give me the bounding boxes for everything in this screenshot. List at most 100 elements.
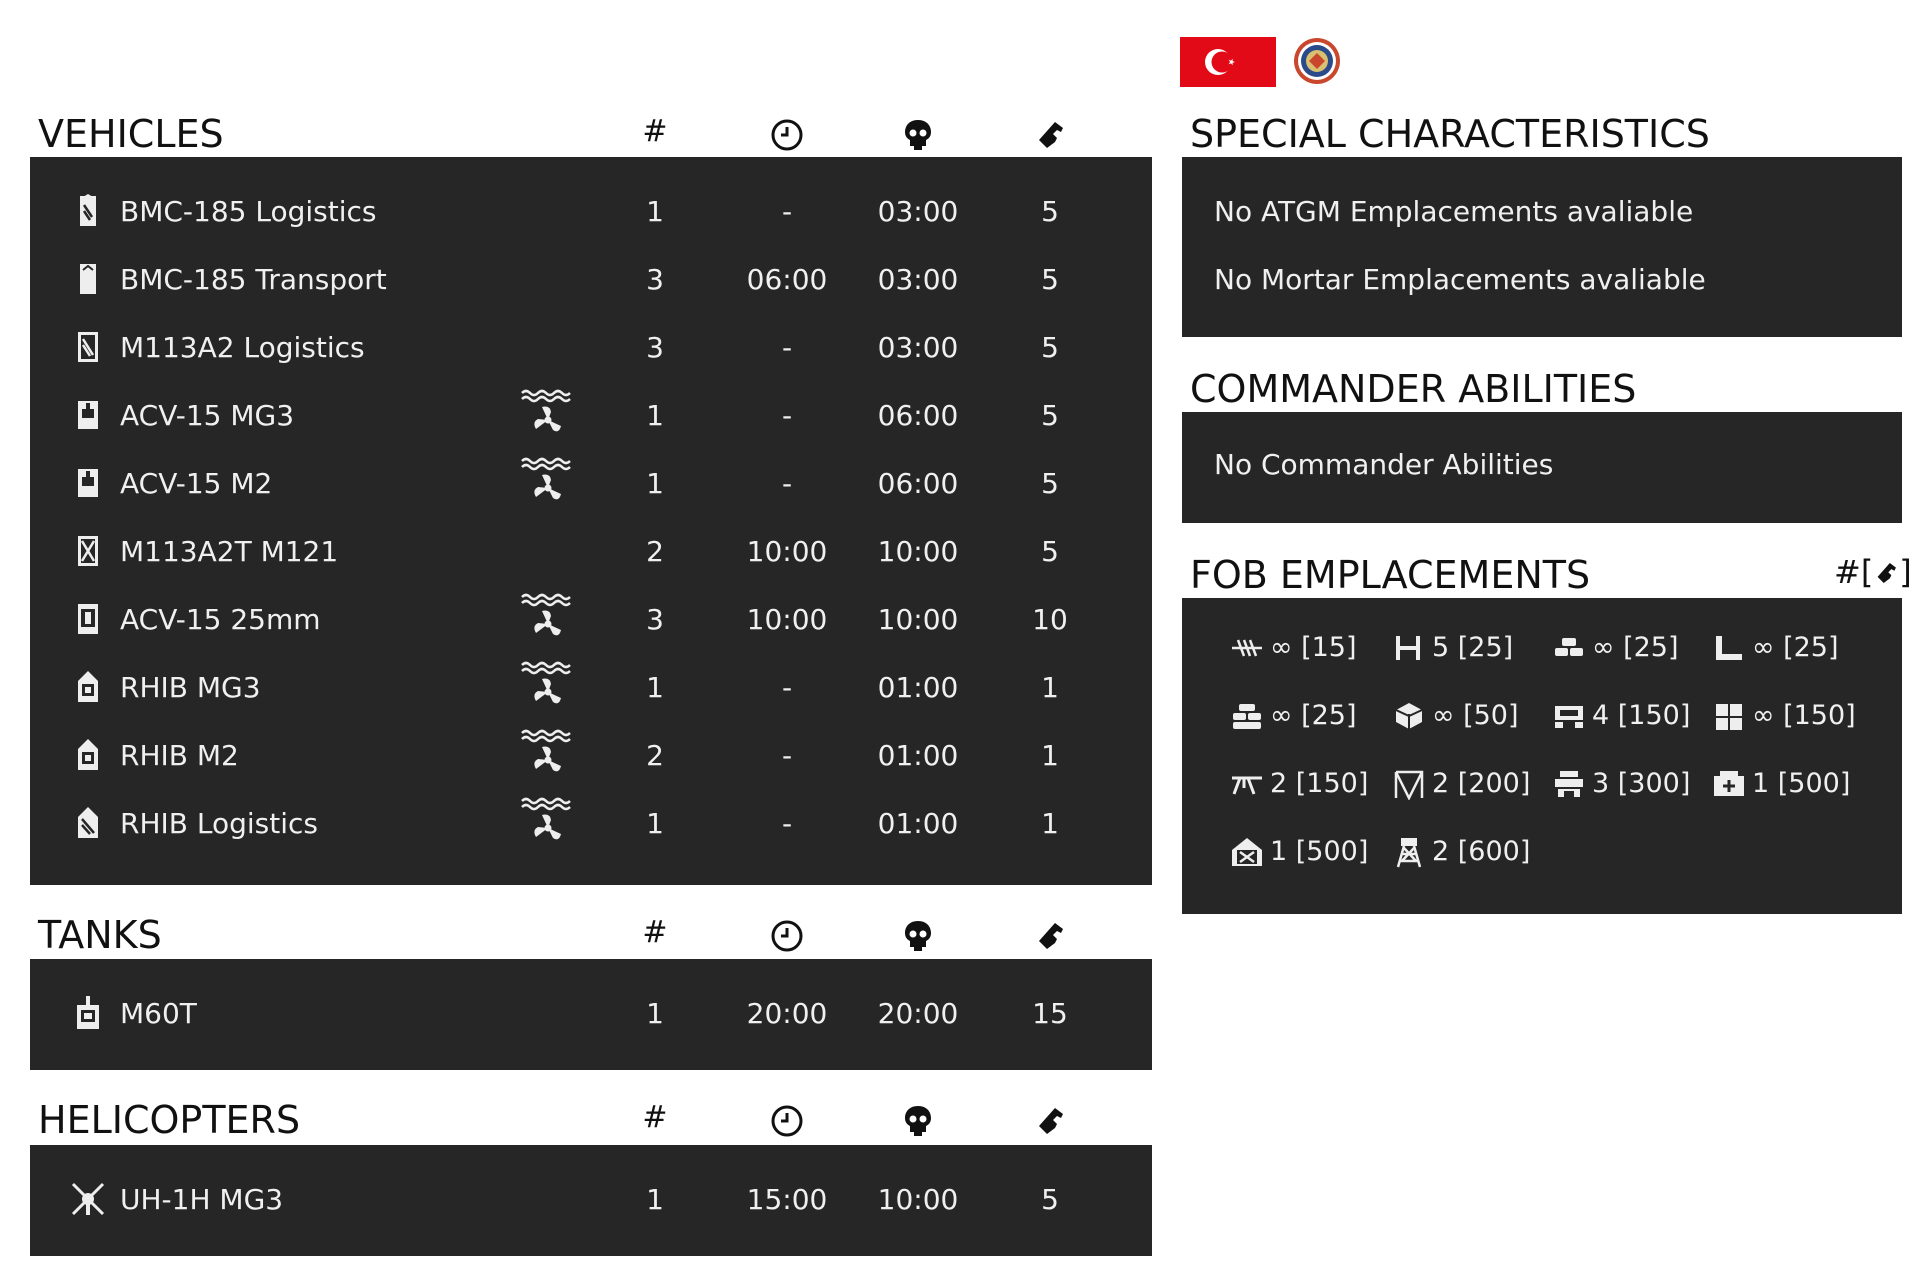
vehicle-respawn: 03:00 bbox=[877, 331, 959, 364]
vehicle-delay: 15:00 bbox=[746, 1183, 828, 1216]
vehicle-name: ACV-15 M2 bbox=[120, 467, 273, 500]
vehicle-row: RHIB Logistics 1 - 01:00 1 bbox=[30, 789, 1152, 857]
count-header: # bbox=[642, 114, 668, 149]
fob-panel: ∞ [15] 5 [25] ∞ [25] ∞ [25] ∞ [25] ∞ [50] 4 [1… bbox=[1182, 598, 1902, 914]
fob-emplacement-value: ∞ [150] bbox=[1752, 700, 1856, 731]
vehicle-count: 3 bbox=[646, 263, 664, 296]
vehicle-respawn: 01:00 bbox=[877, 807, 959, 840]
fob-header-suffix: ] bbox=[1899, 553, 1912, 591]
logistics-truck-icon bbox=[80, 194, 96, 226]
fob-header-prefix: #[ bbox=[1834, 553, 1874, 591]
special-item: No Mortar Emplacements avaliable bbox=[1214, 263, 1706, 296]
vehicle-tickets: 1 bbox=[1041, 671, 1059, 704]
count-header: # bbox=[642, 915, 668, 950]
vehicle-delay: - bbox=[781, 195, 793, 228]
apc-icon bbox=[78, 469, 98, 497]
vehicle-row: M113A2T M121 2 10:00 10:00 5 bbox=[30, 517, 1152, 585]
ticket-icon bbox=[1877, 563, 1897, 583]
vehicle-count: 1 bbox=[646, 1183, 664, 1216]
vehicle-respawn: 03:00 bbox=[877, 195, 959, 228]
amphibious-icon bbox=[521, 457, 571, 500]
boat-icon bbox=[78, 671, 98, 702]
vehicle-row: ACV-15 M2 1 - 06:00 5 bbox=[30, 449, 1152, 517]
fob-emplacement-value: ∞ [25] bbox=[1592, 632, 1679, 663]
vehicle-respawn: 06:00 bbox=[877, 467, 959, 500]
amphibious-icon bbox=[521, 729, 571, 772]
vehicle-respawn: 01:00 bbox=[877, 739, 959, 772]
commander-item: No Commander Abilities bbox=[1214, 448, 1554, 481]
clock-icon bbox=[770, 118, 804, 152]
count-header: # bbox=[642, 1100, 668, 1135]
vehicle-name: RHIB Logistics bbox=[120, 807, 318, 840]
tank-trap-icon bbox=[1396, 636, 1420, 660]
fob-emplacement-value: 2 [600] bbox=[1432, 836, 1531, 867]
vehicle-name: ACV-15 25mm bbox=[120, 603, 321, 636]
fob-emplacement-value: ∞ [15] bbox=[1270, 632, 1357, 663]
vehicle-tickets: 1 bbox=[1041, 807, 1059, 840]
special-panel: No ATGM Emplacements avaliable No Mortar… bbox=[1182, 157, 1902, 337]
vehicle-tickets: 5 bbox=[1041, 535, 1059, 568]
vehicle-row: M60T 1 20:00 20:00 15 bbox=[30, 979, 1152, 1047]
apc-icon bbox=[78, 401, 98, 429]
amphibious-icon bbox=[521, 797, 571, 840]
vehicle-name: RHIB MG3 bbox=[120, 671, 261, 704]
vehicle-name: M113A2 Logistics bbox=[120, 331, 365, 364]
machine-gun-icon bbox=[1232, 776, 1262, 795]
fob-emplacement-value: ∞ [50] bbox=[1432, 700, 1519, 731]
vehicle-delay: 10:00 bbox=[746, 603, 828, 636]
vehicle-row: ACV-15 25mm 3 10:00 10:00 10 bbox=[30, 585, 1152, 653]
fob-emplacement-value: ∞ [25] bbox=[1270, 700, 1357, 731]
vehicle-count: 2 bbox=[646, 739, 664, 772]
tank-icon bbox=[77, 996, 99, 1029]
vehicle-tickets: 5 bbox=[1041, 399, 1059, 432]
amphibious-icon bbox=[521, 661, 571, 704]
commander-title: COMMANDER ABILITIES bbox=[1190, 367, 1637, 411]
ticket-icon bbox=[1033, 1104, 1067, 1138]
vehicle-count: 1 bbox=[646, 997, 664, 1030]
vehicle-row: RHIB M2 2 - 01:00 1 bbox=[30, 721, 1152, 789]
special-item: No ATGM Emplacements avaliable bbox=[1214, 195, 1694, 228]
logistics-boat-icon bbox=[78, 807, 98, 838]
vehicle-name: UH-1H MG3 bbox=[120, 1183, 284, 1216]
commander-panel: No Commander Abilities bbox=[1182, 412, 1902, 523]
vehicle-delay: - bbox=[781, 399, 793, 432]
vehicle-count: 3 bbox=[646, 603, 664, 636]
sandbag-corner-icon bbox=[1716, 636, 1742, 660]
helicopters-panel: UH-1H MG3 1 15:00 10:00 5 bbox=[30, 1145, 1152, 1256]
fob-header-label: #[] bbox=[1834, 553, 1912, 591]
vehicle-count: 3 bbox=[646, 331, 664, 364]
special-title: SPECIAL CHARACTERISTICS bbox=[1190, 112, 1710, 156]
vehicle-tickets: 5 bbox=[1041, 195, 1059, 228]
fob-title: FOB EMPLACEMENTS bbox=[1190, 553, 1591, 597]
vehicle-tickets: 5 bbox=[1041, 263, 1059, 296]
hesco-icon bbox=[1716, 704, 1742, 730]
hmg-bunker-icon bbox=[1555, 706, 1583, 728]
vehicle-row: BMC-185 Transport 3 06:00 03:00 5 bbox=[30, 245, 1152, 313]
vehicle-row: BMC-185 Logistics 1 - 03:00 5 bbox=[30, 177, 1152, 245]
vehicle-respawn: 01:00 bbox=[877, 671, 959, 704]
vehicle-respawn: 20:00 bbox=[877, 997, 959, 1030]
vehicle-count: 1 bbox=[646, 671, 664, 704]
vehicle-count: 1 bbox=[646, 195, 664, 228]
ammo-crate-icon bbox=[1395, 703, 1423, 729]
skull-icon bbox=[903, 919, 933, 953]
vehicle-delay: - bbox=[781, 671, 793, 704]
tanks-panel: M60T 1 20:00 20:00 15 bbox=[30, 959, 1152, 1070]
ticket-icon bbox=[1033, 118, 1067, 152]
tanks-title: TANKS bbox=[38, 913, 162, 957]
vehicle-name: M113A2T M121 bbox=[120, 535, 339, 568]
vehicle-tickets: 15 bbox=[1032, 997, 1068, 1030]
vehicle-row: M113A2 Logistics 3 - 03:00 5 bbox=[30, 313, 1152, 381]
fob-emplacement-value: 2 [200] bbox=[1432, 768, 1531, 799]
vehicle-tickets: 5 bbox=[1041, 467, 1059, 500]
faction-emblem-icon bbox=[1292, 36, 1342, 86]
vehicle-delay: - bbox=[781, 467, 793, 500]
vehicle-tickets: 5 bbox=[1041, 1183, 1059, 1216]
vehicle-delay: - bbox=[781, 331, 793, 364]
vehicle-delay: - bbox=[781, 807, 793, 840]
vehicle-name: M60T bbox=[120, 997, 197, 1030]
clock-icon bbox=[770, 919, 804, 953]
fob-emplacement-value: 4 [150] bbox=[1592, 700, 1691, 731]
vehicle-delay: 20:00 bbox=[746, 997, 828, 1030]
vehicle-count: 1 bbox=[646, 467, 664, 500]
